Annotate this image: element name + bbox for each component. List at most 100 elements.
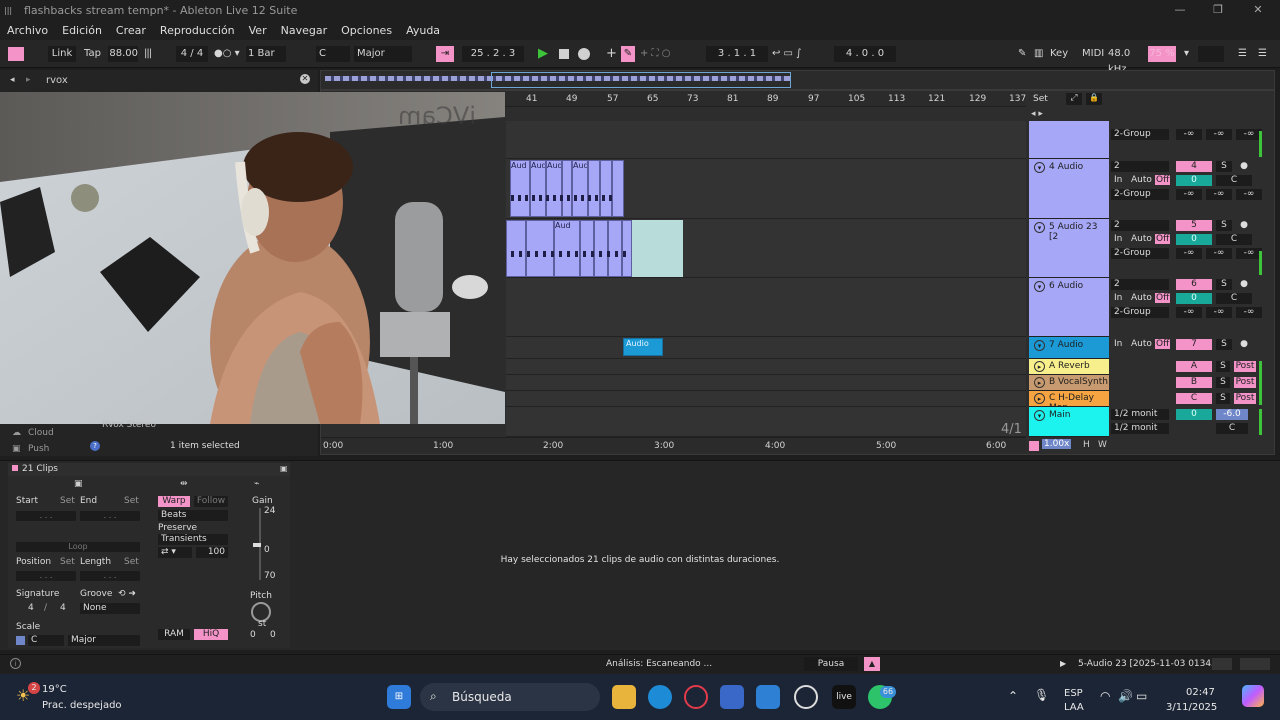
pan-knob[interactable]: C [1216, 293, 1252, 304]
pitch-coarse[interactable]: 0 [250, 630, 256, 640]
volume-readout[interactable]: -∞ [1176, 129, 1202, 140]
loop-start-field[interactable]: 3 . 1 . 1 [706, 46, 768, 62]
windows-start-icon[interactable]: ⊞ [387, 685, 411, 709]
solo-button[interactable]: S [1216, 220, 1232, 231]
warp-button[interactable]: Warp [158, 496, 190, 507]
play-clip-icon[interactable]: ▶ [1060, 659, 1066, 668]
volume-readout[interactable]: -∞ [1176, 248, 1202, 259]
audio-clip[interactable]: Aud [510, 160, 530, 217]
capture-icons[interactable]: + ⛶ ○ [640, 46, 680, 62]
monitor-off-button[interactable]: Off [1155, 293, 1171, 303]
audio-clip[interactable]: Aud [572, 160, 588, 217]
track-lane-2-group[interactable] [506, 121, 1026, 159]
scale-toggle-icon[interactable] [16, 636, 25, 645]
follow-button[interactable]: Follow [194, 496, 228, 507]
link-button[interactable]: Link [48, 46, 76, 62]
record-icon[interactable] [578, 48, 590, 60]
browser-place-cloud[interactable]: Cloud [28, 428, 54, 438]
play-icon[interactable]: ▶ [538, 46, 552, 62]
overview-visible-range[interactable] [491, 72, 791, 88]
volume-readout[interactable]: -∞ [1236, 307, 1262, 318]
solo-button[interactable]: S [1216, 393, 1230, 404]
volume-readout[interactable]: -∞ [1206, 129, 1232, 140]
scale-mode-dropdown[interactable]: Major [68, 635, 140, 646]
menu-lines-icon[interactable]: ☰ [1238, 46, 1250, 62]
outlook-icon[interactable] [756, 685, 780, 709]
audio-clip[interactable]: Aud [530, 160, 546, 217]
track-header-4-audio[interactable]: ▾ 4 Audio [1029, 159, 1109, 219]
taskbar-search[interactable]: ⌕ Búsqueda [420, 683, 600, 711]
draw-mode-icon[interactable]: ✎ [1018, 46, 1032, 62]
overview-toggle-icon[interactable] [1029, 441, 1039, 451]
volume-icon[interactable]: 🔊 [1118, 689, 1133, 703]
preserve-dropdown[interactable]: Transients [158, 534, 228, 545]
solo-button[interactable]: S [1216, 377, 1230, 388]
return-lane-a[interactable] [506, 359, 1026, 375]
input-channel-dropdown[interactable]: 2 [1111, 161, 1169, 172]
arm-icon[interactable]: ● [1236, 339, 1252, 350]
scale-dropdown[interactable]: Major [354, 46, 412, 62]
track-number-button[interactable]: 5 [1176, 220, 1212, 231]
input-channel-dropdown[interactable]: 2 [1111, 220, 1169, 231]
keyboard-icon[interactable]: ▥ [1034, 46, 1048, 62]
fold-icon[interactable]: ▾ [1034, 340, 1045, 351]
monitor-in-button[interactable]: In [1114, 339, 1122, 349]
end-field[interactable]: . . . [80, 511, 140, 521]
cue-output-dropdown[interactable]: 1/2 monit [1111, 423, 1169, 434]
track-number-button[interactable]: 7 [1176, 339, 1212, 350]
fold-icon[interactable]: ▾ [1034, 222, 1045, 233]
fold-icon[interactable]: ▸ [1034, 393, 1045, 404]
envelope-tab-icon[interactable]: ⌁ [254, 479, 259, 489]
track-lane-6-audio[interactable] [506, 278, 1026, 337]
menu-navegar[interactable]: Navegar [274, 24, 335, 37]
volume-readout[interactable]: -∞ [1176, 189, 1202, 200]
monitor-auto-button[interactable]: Auto [1131, 339, 1152, 349]
volume-readout[interactable]: -∞ [1236, 189, 1262, 200]
track-header-b-vocalsynth[interactable]: ▸ B VocalSynth [1029, 375, 1109, 391]
return-letter-button[interactable]: C [1176, 393, 1212, 404]
track-number-button[interactable]: 4 [1176, 161, 1212, 172]
wifi-icon[interactable]: ◠ [1100, 689, 1110, 703]
save-icon[interactable]: ▣ [280, 464, 288, 473]
midi-map-button[interactable]: MIDI [1082, 46, 1104, 62]
audio-clip[interactable] [562, 160, 572, 217]
end-set-button[interactable]: Set [124, 496, 139, 506]
post-button[interactable]: Post [1234, 361, 1256, 372]
restore-icon[interactable]: ❐ [1200, 0, 1236, 20]
pan-knob[interactable]: C [1216, 175, 1252, 186]
stop-icon[interactable] [559, 49, 569, 59]
gain-slider-handle[interactable] [253, 543, 261, 547]
start-field[interactable]: . . . [16, 511, 76, 521]
return-lane-b[interactable] [506, 375, 1026, 391]
length-field[interactable]: . . . [80, 571, 140, 581]
pan-knob[interactable]: C [1216, 234, 1252, 245]
tap-button[interactable]: Tap [84, 46, 104, 62]
warp-mode-dropdown[interactable]: Beats [158, 510, 228, 521]
post-button[interactable]: Post [1234, 377, 1256, 388]
audio-clip[interactable] [600, 160, 612, 217]
weather-temp[interactable]: 19°C [42, 684, 67, 695]
microphone-icon[interactable]: 🎙 [1034, 688, 1049, 702]
close-icon[interactable]: ✕ [1240, 0, 1276, 20]
menu-crear[interactable]: Crear [109, 24, 153, 37]
edge-icon[interactable] [648, 685, 672, 709]
main-output-dropdown[interactable]: 1/2 monit [1111, 409, 1169, 420]
menu-ayuda[interactable]: Ayuda [399, 24, 447, 37]
monitor-off-button[interactable]: Off [1155, 175, 1171, 185]
length-set-button[interactable]: Set [124, 557, 139, 567]
arrangement-overview[interactable] [320, 70, 1275, 90]
weather-desc[interactable]: Prac. despejado [42, 700, 122, 711]
menu-opciones[interactable]: Opciones [334, 24, 399, 37]
metronome-icon[interactable]: ●○ ▾ [214, 46, 242, 62]
ram-button[interactable]: RAM [158, 629, 190, 640]
fold-icon[interactable]: ▸ [1034, 377, 1045, 388]
solo-button[interactable]: S [1216, 361, 1230, 372]
chevron-up-icon[interactable]: ▲ [864, 657, 880, 671]
fold-icon[interactable]: ▾ [1034, 281, 1045, 292]
browser-place-push[interactable]: Push [28, 444, 49, 454]
clip-tab-icon[interactable]: ▣ [74, 479, 83, 489]
fold-icon[interactable]: ▾ [1034, 410, 1045, 421]
song-position-field[interactable]: 25 . 2 . 3 [462, 46, 524, 62]
time-ruler[interactable]: 0:00 1:00 2:00 3:00 4:00 5:00 6:00 [321, 437, 1026, 453]
battery-icon[interactable]: ▭ [1136, 689, 1147, 703]
